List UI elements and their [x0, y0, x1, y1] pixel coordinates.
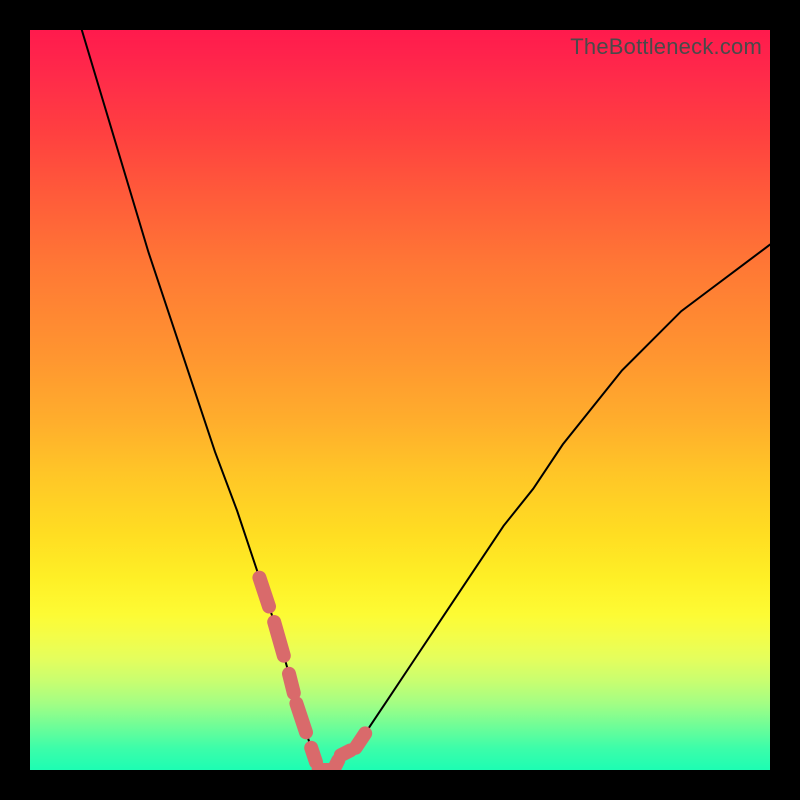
chart-plot-area: TheBottleneck.com: [30, 30, 770, 770]
highlight-segment: [259, 578, 269, 607]
highlight-segment: [274, 622, 284, 656]
highlight-segment: [289, 674, 294, 693]
bottleneck-curve: [82, 30, 770, 770]
chart-svg: [30, 30, 770, 770]
near-minimum-highlight: [259, 578, 365, 770]
highlight-segment: [311, 748, 316, 762]
chart-outer-frame: TheBottleneck.com: [0, 0, 800, 800]
highlight-segment: [341, 750, 351, 755]
highlight-segment: [296, 703, 306, 732]
highlight-segment: [333, 760, 338, 770]
highlight-segment: [356, 733, 366, 747]
